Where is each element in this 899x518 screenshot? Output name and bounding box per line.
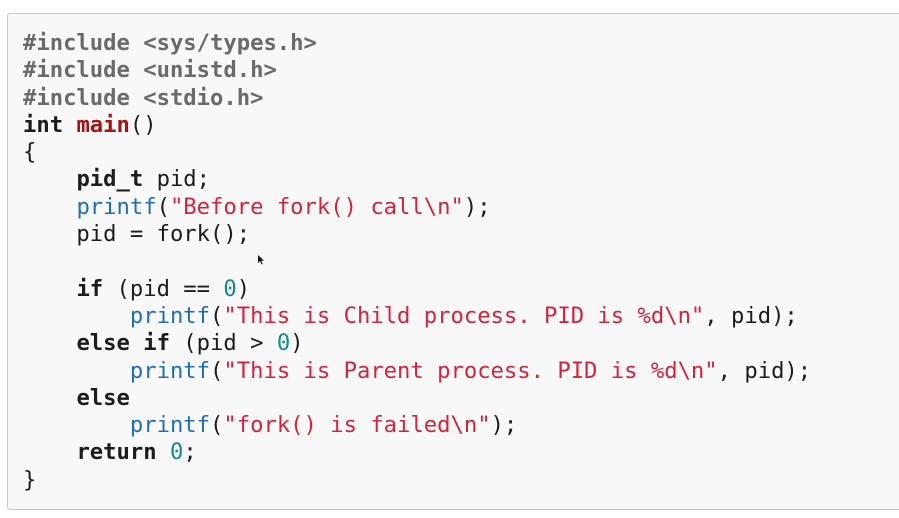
code-line: #include <stdio.h> — [23, 85, 811, 112]
code-token: () — [129, 111, 157, 138]
code-line: } — [23, 467, 811, 494]
code-token: "fork() is failed\n" — [223, 412, 491, 439]
code-token: pid_t — [76, 166, 144, 193]
code-token: int — [23, 111, 64, 138]
code-token: 0 — [223, 275, 237, 302]
code-token: ) — [290, 330, 304, 357]
code-token: } — [23, 466, 37, 493]
code-token: printf — [129, 357, 211, 384]
code-token: ; — [183, 439, 197, 466]
code-token: ( — [210, 357, 224, 384]
code-line: printf("fork() is failed\n"); — [23, 412, 811, 439]
code-line: else if (pid > 0) — [23, 330, 811, 357]
code-token: printf — [129, 302, 211, 329]
code-line: printf("This is Child process. PID is %d… — [23, 303, 811, 330]
code-line: #include <unistd.h> — [23, 57, 811, 84]
code-token: printf — [76, 193, 157, 220]
code-token: pid; — [143, 166, 211, 193]
code-token: printf — [129, 412, 211, 439]
code-token: , pid); — [717, 357, 812, 384]
code-token: if — [143, 330, 170, 357]
code-line: #include <sys/types.h> — [23, 30, 811, 57]
code-token: ( — [210, 302, 224, 329]
code-line: int main() — [23, 112, 811, 139]
code-token: else — [76, 384, 130, 411]
code-token: , pid); — [704, 302, 798, 329]
code-line: pid = fork(); — [23, 221, 811, 248]
code-token: else — [76, 330, 130, 357]
code-line: if (pid == 0) — [23, 276, 811, 303]
code-token: "This is Parent process. PID is %d\n" — [223, 357, 718, 384]
code-token: pid = fork(); — [23, 221, 251, 248]
code-token: #include <sys/types.h> — [23, 30, 317, 56]
code-token: if — [76, 275, 104, 302]
code-token: ( — [210, 412, 224, 439]
mouse-pointer-icon — [258, 255, 264, 265]
code-token: "Before fork() call\n" — [169, 193, 464, 220]
code-token: ); — [463, 193, 491, 220]
code-line: printf("Before fork() call\n"); — [23, 194, 811, 221]
code-token: ) — [236, 275, 251, 302]
code-token: (pid == — [103, 275, 224, 302]
code-token: #include <stdio.h> — [23, 84, 264, 111]
code-listing: #include <sys/types.h> #include <unistd.h… — [23, 30, 811, 494]
code-token: "This is Child process. PID is %d\n" — [223, 302, 705, 329]
code-token: ( — [156, 193, 170, 220]
code-token: (pid > — [169, 330, 277, 357]
code-token: 0 — [169, 439, 184, 466]
code-line: printf("This is Parent process. PID is %… — [23, 358, 811, 385]
code-token: #include <unistd.h> — [23, 57, 277, 84]
code-line: return 0; — [23, 439, 811, 466]
code-line: { — [23, 139, 811, 166]
code-token: main — [76, 111, 130, 138]
code-line: pid_t pid; — [23, 166, 811, 193]
code-token: return — [76, 439, 157, 466]
code-line: else — [23, 385, 811, 412]
code-block: #include <sys/types.h> #include <unistd.h… — [7, 13, 899, 510]
code-token: ); — [490, 412, 518, 439]
code-token: { — [23, 139, 37, 166]
code-token: 0 — [276, 330, 291, 357]
